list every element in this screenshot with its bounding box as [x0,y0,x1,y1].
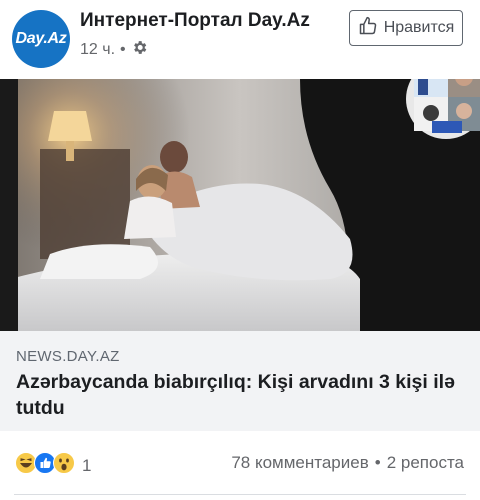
post-image[interactable]: ! [0,79,480,331]
post-header: Day.Az Интернет-Портал Day.Az 12 ч. • Нр… [0,0,480,78]
comments-count-link[interactable]: 78 комментариев [231,453,368,473]
post-footer: 1 78 комментариев • 2 репоста [0,432,480,500]
page-name-link[interactable]: Интернет-Портал Day.Az [80,10,310,32]
gear-icon [131,39,148,61]
engagement-stats: 78 комментариев • 2 репоста [231,453,464,473]
sponsored-thumbnail[interactable]: ! [406,79,480,139]
shares-count-link[interactable]: 2 репоста [387,453,464,473]
post-time[interactable]: 12 ч. [80,41,115,59]
page-avatar[interactable]: Day.Az [12,10,70,68]
meta-separator: • [120,41,126,58]
divider [14,494,466,495]
link-headline[interactable]: Azərbaycanda biabırçılıq: Kişi arvadını … [16,369,468,421]
wow-reaction-icon [53,452,75,479]
post-meta: 12 ч. • [80,39,148,61]
stats-separator: • [374,453,381,472]
reactions-summary[interactable]: 1 [15,452,91,479]
like-page-button[interactable]: Нравится [349,10,463,46]
avatar-logo-text: Day.Az [15,30,67,47]
link-preview[interactable]: NEWS.DAY.AZ Azərbaycanda biabırçılıq: Ki… [0,331,480,431]
link-domain: NEWS.DAY.AZ [16,348,120,365]
haha-reaction-icon [15,452,37,479]
like-button-label: Нравится [383,19,455,36]
like-reaction-icon [34,452,56,479]
reaction-count: 1 [82,455,92,475]
thumbs-up-icon [358,16,378,41]
ad-collage-icon: ! [406,79,480,139]
